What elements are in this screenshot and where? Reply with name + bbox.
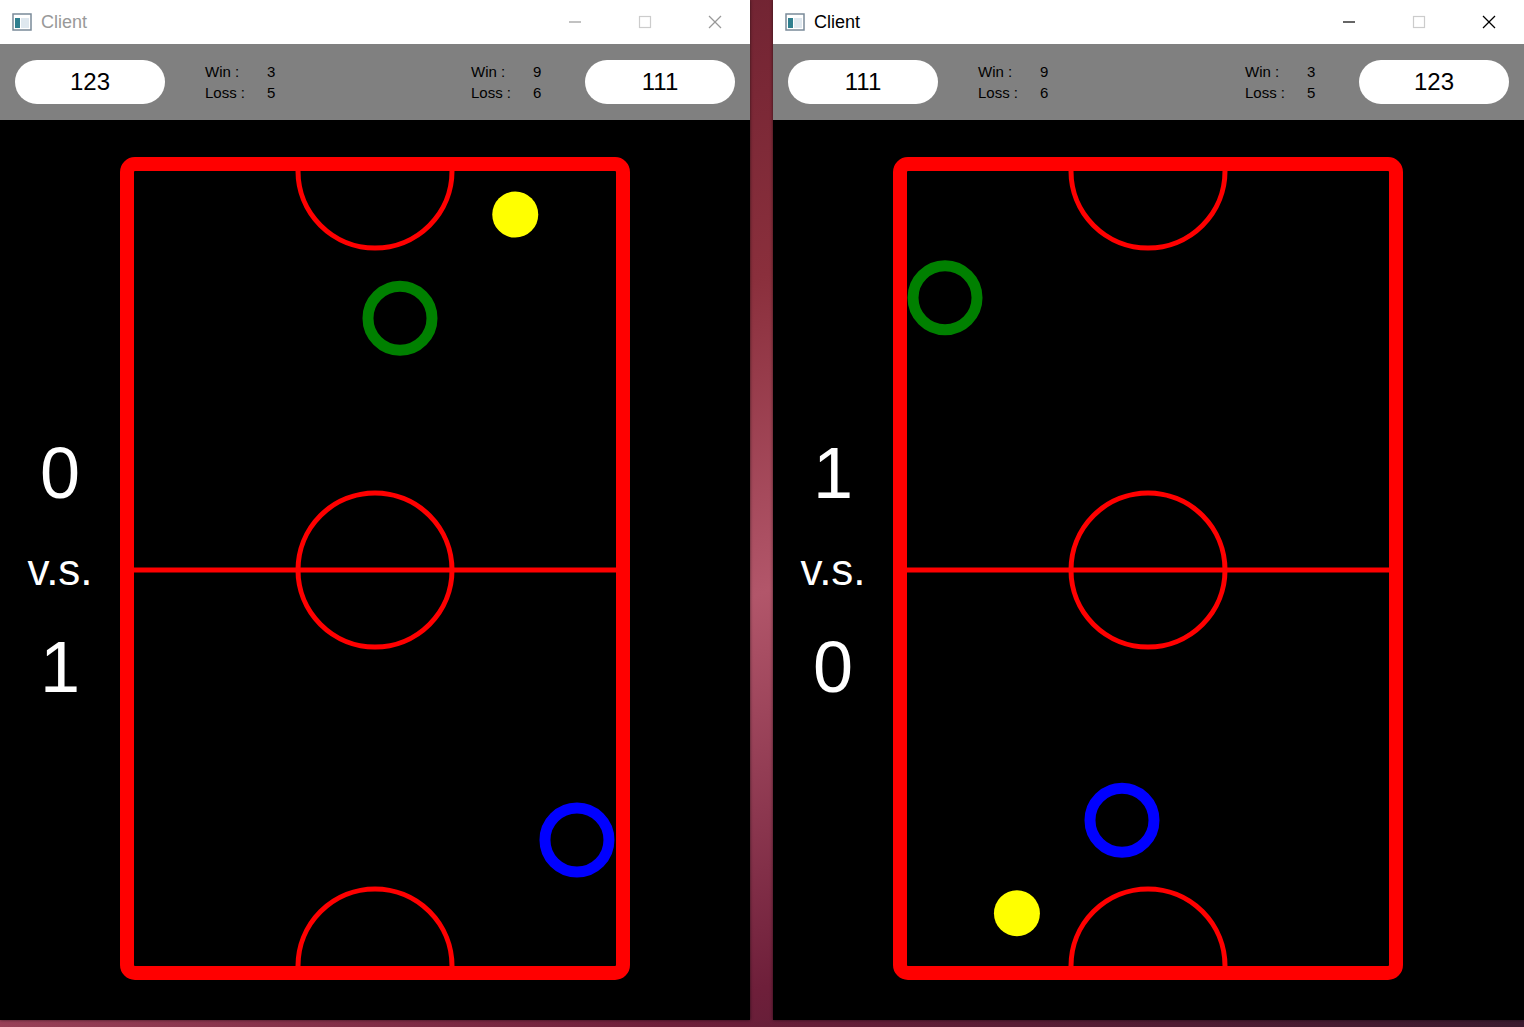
bottom-goal <box>298 889 452 966</box>
player-name: 111 <box>788 60 938 104</box>
players-bar: 111 Win :9 Loss :6 123 Win :3 Loss :5 <box>773 44 1524 120</box>
player-stats: Win :3 Loss :5 <box>205 62 279 102</box>
center-circle <box>298 493 452 647</box>
rink[interactable] <box>120 157 630 980</box>
score-top: 0 <box>40 437 80 509</box>
mallet[interactable] <box>913 266 977 330</box>
top-goal <box>1071 171 1225 248</box>
puck[interactable] <box>994 890 1040 936</box>
mallet[interactable] <box>545 808 609 872</box>
maximize-button <box>1384 0 1454 44</box>
stat-row: Loss :5 <box>205 83 279 102</box>
player-name: 123 <box>1359 60 1509 104</box>
puck[interactable] <box>492 192 538 238</box>
score-separator: v.s. <box>27 545 92 595</box>
player-name: 123 <box>15 60 165 104</box>
close-button[interactable] <box>680 0 750 44</box>
player-info: 111 Win :9 Loss :6 <box>471 60 735 104</box>
minimize-icon <box>1342 15 1356 29</box>
score-top: 1 <box>813 437 853 509</box>
stat-row: Win :3 <box>1245 62 1319 81</box>
player-info: 123 Win :3 Loss :5 <box>15 60 279 104</box>
stat-row: Loss :6 <box>471 83 545 102</box>
player-name: 111 <box>585 60 735 104</box>
player-stats: Win :9 Loss :6 <box>471 62 545 102</box>
app-icon <box>12 13 32 31</box>
close-icon <box>708 15 722 29</box>
stat-row: Win :9 <box>978 62 1052 81</box>
rink[interactable] <box>893 157 1403 980</box>
game-area: 0 v.s. 1 <box>0 120 750 1020</box>
mallet[interactable] <box>1090 788 1154 852</box>
center-line <box>130 568 620 573</box>
client-window[interactable]: Client 111 Win :9 Loss :6 123 Win :3 Loss :5 1 v… <box>773 0 1524 1020</box>
mallet[interactable] <box>368 286 432 350</box>
player-stats: Win :3 Loss :5 <box>1245 62 1319 102</box>
player-info: 111 Win :9 Loss :6 <box>788 60 1052 104</box>
minimize-icon <box>568 15 582 29</box>
desktop: Client 123 Win :3 Loss :5 111 Win :9 Loss :6 0 v… <box>0 0 1524 1027</box>
window-title: Client <box>814 12 1314 33</box>
window-title: Client <box>41 12 540 33</box>
players-bar: 123 Win :3 Loss :5 111 Win :9 Loss :6 <box>0 44 750 120</box>
title-bar[interactable]: Client <box>773 0 1524 44</box>
player-info: 123 Win :3 Loss :5 <box>1245 60 1509 104</box>
player-stats: Win :9 Loss :6 <box>978 62 1052 102</box>
top-goal <box>298 171 452 248</box>
maximize-icon <box>638 15 652 29</box>
bottom-goal <box>1071 889 1225 966</box>
close-icon <box>1482 15 1496 29</box>
rink-border <box>127 164 623 973</box>
client-window[interactable]: Client 123 Win :3 Loss :5 111 Win :9 Loss :6 0 v… <box>0 0 750 1020</box>
center-line <box>903 568 1393 573</box>
app-icon <box>785 13 805 31</box>
title-bar[interactable]: Client <box>0 0 750 44</box>
maximize-button <box>610 0 680 44</box>
minimize-button[interactable] <box>540 0 610 44</box>
stat-row: Loss :6 <box>978 83 1052 102</box>
score-bottom: 0 <box>813 631 853 703</box>
score-bottom: 1 <box>40 631 80 703</box>
maximize-icon <box>1412 15 1426 29</box>
rink-border <box>900 164 1396 973</box>
close-button[interactable] <box>1454 0 1524 44</box>
scoreboard: 0 v.s. 1 <box>0 120 120 1020</box>
center-circle <box>1071 493 1225 647</box>
stat-row: Win :3 <box>205 62 279 81</box>
minimize-button[interactable] <box>1314 0 1384 44</box>
scoreboard: 1 v.s. 0 <box>773 120 893 1020</box>
game-area: 1 v.s. 0 <box>773 120 1524 1020</box>
stat-row: Win :9 <box>471 62 545 81</box>
score-separator: v.s. <box>800 545 865 595</box>
stat-row: Loss :5 <box>1245 83 1319 102</box>
